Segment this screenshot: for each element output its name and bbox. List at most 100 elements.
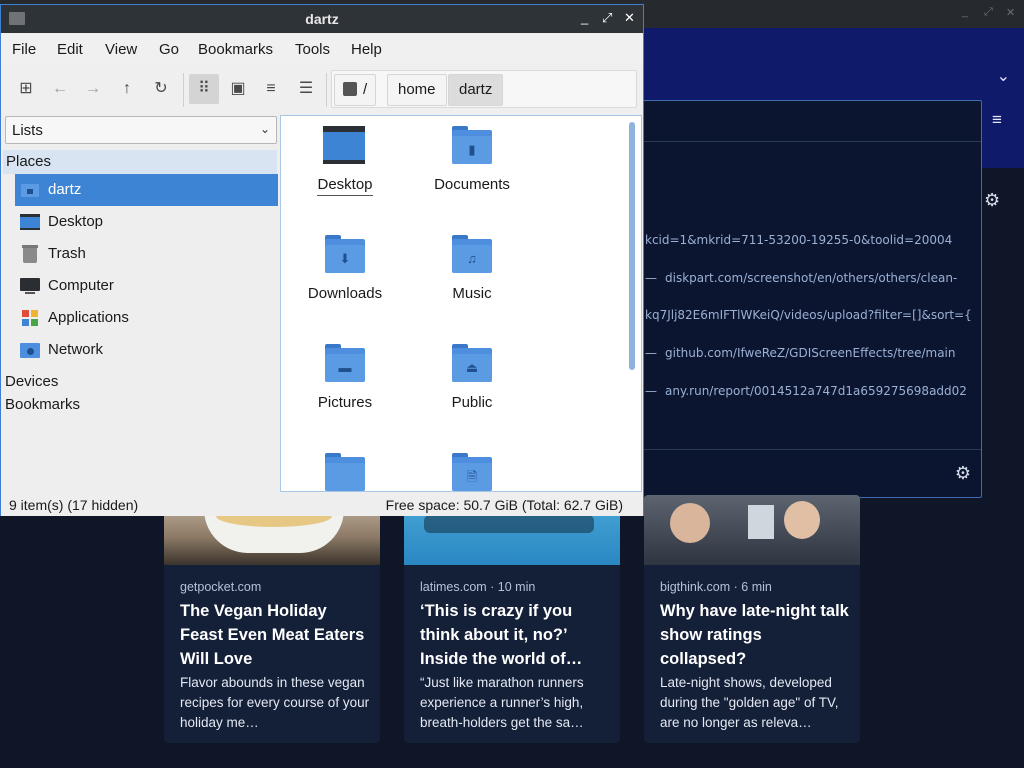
sidebar: Places dartz Desktop Trash Computer Appl… bbox=[1, 150, 279, 495]
file-item-music[interactable]: ♫ Music bbox=[408, 227, 536, 327]
forward-arrow-icon[interactable]: → bbox=[78, 74, 108, 104]
history-item[interactable]: kcid=1&mkrid=711-53200-19255-0&toolid=20… bbox=[645, 233, 975, 247]
documents-folder-icon: ▮ bbox=[452, 126, 492, 164]
breadcrumb-root[interactable]: / bbox=[334, 74, 377, 106]
side-pane-mode-value: Lists bbox=[12, 122, 43, 139]
sidebar-item-applications[interactable]: Applications bbox=[15, 302, 278, 334]
story-excerpt: Flavor abounds in these vegan recipes fo… bbox=[180, 675, 370, 730]
applications-icon bbox=[20, 309, 40, 327]
window-titlebar: dartz _ ⤢ ✕ bbox=[1, 5, 643, 33]
close-icon[interactable]: ✕ bbox=[1006, 6, 1015, 19]
breadcrumb: / home dartz bbox=[331, 70, 637, 108]
story-card[interactable]: bigthink.com · 6 min Why have late-night… bbox=[644, 495, 860, 743]
side-pane-mode-select[interactable]: Lists ⌄ bbox=[5, 116, 277, 144]
breadcrumb-dartz[interactable]: dartz bbox=[448, 74, 504, 106]
menu-edit[interactable]: Edit bbox=[57, 41, 83, 58]
close-icon[interactable]: ✕ bbox=[624, 10, 635, 26]
story-card[interactable]: latimes.com · 10 min ‘This is crazy if y… bbox=[404, 495, 620, 743]
minimize-icon[interactable]: _ bbox=[962, 6, 968, 18]
sidebar-item-desktop[interactable]: Desktop bbox=[15, 206, 278, 238]
toolbar-separator bbox=[326, 73, 327, 107]
sidebar-item-trash[interactable]: Trash bbox=[15, 238, 278, 270]
file-item-downloads[interactable]: ⬇ Downloads bbox=[281, 227, 409, 327]
story-excerpt: “Just like marathon runners experience a… bbox=[420, 675, 584, 730]
file-manager-window: dartz _ ⤢ ✕ File Edit View Go Bookmarks … bbox=[0, 4, 644, 516]
sidebar-section-places[interactable]: Places bbox=[3, 150, 277, 174]
icon-view-icon[interactable]: ⠿ bbox=[189, 74, 219, 104]
back-arrow-icon[interactable]: ← bbox=[45, 74, 75, 104]
story-title[interactable]: The Vegan Holiday Feast Even Meat Eaters… bbox=[180, 599, 370, 671]
file-item-label: Pictures bbox=[317, 394, 373, 411]
settings-gear-icon[interactable]: ⚙ bbox=[955, 463, 971, 484]
maximize-icon[interactable]: ⤢ bbox=[984, 6, 993, 19]
detailed-list-view-icon[interactable]: ☰ bbox=[291, 74, 321, 104]
file-item-label: Music bbox=[452, 285, 492, 302]
file-item-pictures[interactable]: ▬ Pictures bbox=[281, 336, 409, 436]
sidebar-item-label: Desktop bbox=[48, 213, 104, 230]
hamburger-menu-icon[interactable]: ≡ bbox=[992, 110, 1002, 130]
sidebar-item-network[interactable]: Network bbox=[15, 334, 278, 366]
history-item-url: kcid=1&mkrid=711-53200-19255-0&toolid=20… bbox=[645, 233, 953, 247]
history-item[interactable]: — github.com/IfweReZ/GDIScreenEffects/tre… bbox=[645, 346, 975, 360]
public-folder-icon: ⏏ bbox=[452, 344, 492, 382]
desktop-folder-icon bbox=[323, 126, 365, 164]
thumbnail-view-icon[interactable]: ▣ bbox=[223, 74, 253, 104]
history-item-url: diskpart.com/screenshot/en/others/others… bbox=[665, 271, 958, 285]
scrollbar-thumb[interactable] bbox=[629, 122, 635, 370]
file-item-label: Desktop bbox=[281, 176, 409, 196]
item-count: 9 item(s) (17 hidden) bbox=[9, 497, 139, 513]
menu-help[interactable]: Help bbox=[351, 41, 382, 58]
reload-icon[interactable]: ↻ bbox=[146, 74, 176, 104]
divider bbox=[601, 141, 981, 142]
status-bar: 9 item(s) (17 hidden) Free space: 50.7 G… bbox=[1, 494, 643, 516]
music-folder-icon: ♫ bbox=[452, 235, 492, 273]
sidebar-section-bookmarks[interactable]: Bookmarks bbox=[5, 396, 80, 413]
file-item-label-text: Desktop bbox=[317, 176, 373, 196]
menu-bookmarks[interactable]: Bookmarks bbox=[198, 41, 273, 58]
menu-bar: File Edit View Go Bookmarks Tools Help bbox=[1, 34, 643, 64]
breadcrumb-home[interactable]: home bbox=[387, 74, 447, 106]
sidebar-item-computer[interactable]: Computer bbox=[15, 270, 278, 302]
menu-tools[interactable]: Tools bbox=[295, 41, 330, 58]
story-thumbnail bbox=[644, 495, 860, 565]
new-tab-icon[interactable]: ⊞ bbox=[11, 74, 41, 104]
file-item-documents[interactable]: ▮ Documents bbox=[408, 118, 536, 218]
story-title[interactable]: ‘This is crazy if you think about it, no… bbox=[420, 599, 610, 671]
file-item-label: Public bbox=[451, 394, 493, 411]
menu-file[interactable]: File bbox=[12, 41, 36, 58]
story-title[interactable]: Why have late-night talk show ratings co… bbox=[660, 599, 850, 671]
sidebar-item-label: dartz bbox=[48, 181, 82, 198]
minimize-icon[interactable]: _ bbox=[581, 10, 588, 25]
story-card[interactable]: getpocket.com The Vegan Holiday Feast Ev… bbox=[164, 495, 380, 743]
file-item-desktop[interactable]: Desktop bbox=[281, 118, 409, 218]
menu-go[interactable]: Go bbox=[159, 41, 179, 58]
file-view: Desktop ▮ Documents ⬇ Downloads ♫ Music … bbox=[280, 115, 642, 492]
file-item-templates[interactable]: 🗎 bbox=[408, 445, 536, 491]
settings-gear-icon[interactable]: ⚙ bbox=[984, 190, 1000, 211]
chevron-down-icon[interactable]: ⌄ bbox=[997, 66, 1010, 86]
dash-icon: — bbox=[645, 271, 657, 285]
computer-icon bbox=[20, 277, 40, 295]
menu-strip: ≡ bbox=[980, 100, 1024, 168]
breadcrumb-root-label: / bbox=[363, 81, 368, 98]
file-item-label: Documents bbox=[434, 176, 510, 193]
up-arrow-icon[interactable]: ↑ bbox=[112, 74, 142, 104]
pictures-folder-icon: ▬ bbox=[325, 344, 365, 382]
compact-view-icon[interactable]: ≡ bbox=[256, 74, 286, 104]
desktop-icon bbox=[20, 213, 40, 231]
file-item-public[interactable]: ⏏ Public bbox=[408, 336, 536, 436]
file-item-folder[interactable] bbox=[281, 445, 409, 491]
drive-icon bbox=[343, 82, 357, 96]
sidebar-item-dartz[interactable]: dartz bbox=[15, 174, 278, 206]
story-source: bigthink.com · 6 min bbox=[660, 580, 772, 594]
free-space: Free space: 50.7 GiB (Total: 62.7 GiB) bbox=[385, 497, 623, 513]
divider bbox=[601, 449, 981, 450]
story-source: latimes.com · 10 min bbox=[420, 580, 536, 594]
maximize-icon[interactable]: ⤢ bbox=[602, 10, 612, 26]
menu-view[interactable]: View bbox=[105, 41, 137, 58]
history-item-url: github.com/IfweReZ/GDIScreenEffects/tree… bbox=[665, 346, 956, 360]
history-item[interactable]: kq7Jlj82E6mIFTlWKeiQ/videos/upload?filte… bbox=[645, 308, 975, 322]
history-item[interactable]: — any.run/report/0014512a747d1a659275698a… bbox=[645, 384, 975, 398]
history-item[interactable]: — diskpart.com/screenshot/en/others/other… bbox=[645, 271, 975, 285]
sidebar-section-devices[interactable]: Devices bbox=[5, 373, 58, 390]
